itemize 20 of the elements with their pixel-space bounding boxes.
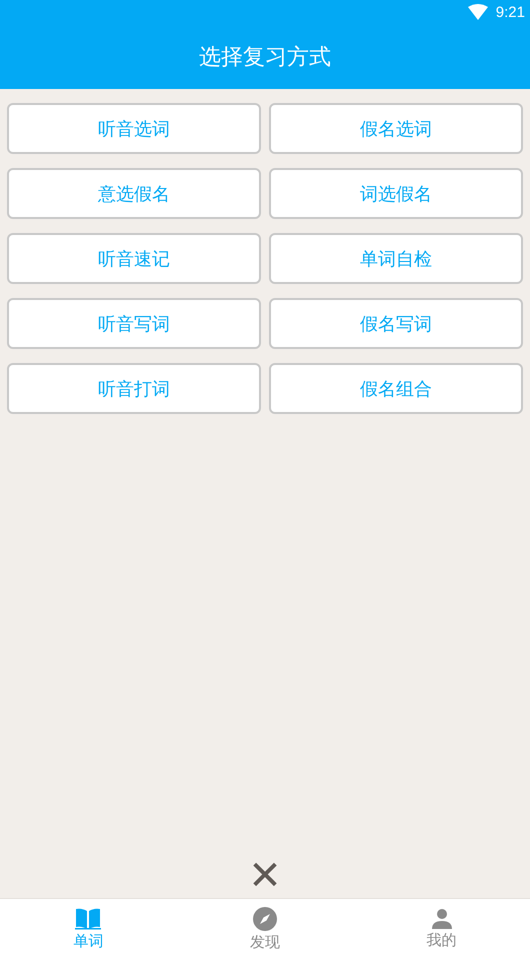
nav-tab[interactable]: 发现 (230, 902, 300, 956)
close-button[interactable]: ✕ (244, 856, 286, 896)
wifi-icon (468, 4, 488, 20)
review-mode-button[interactable]: 假名写词 (269, 298, 523, 349)
compass-icon (252, 906, 277, 930)
review-mode-button[interactable]: 单词自检 (269, 233, 523, 284)
review-mode-button[interactable]: 听音打词 (7, 363, 261, 414)
review-mode-button[interactable]: 听音写词 (7, 298, 261, 349)
nav-tab[interactable]: 我的 (406, 902, 477, 956)
review-mode-button[interactable]: 假名组合 (269, 363, 523, 414)
review-mode-button[interactable]: 词选假名 (269, 168, 523, 219)
book-icon (75, 908, 102, 930)
review-mode-button[interactable]: 假名选词 (269, 103, 523, 154)
person-icon (432, 908, 452, 928)
screen-title: 选择复习方式 (199, 44, 331, 72)
review-mode-button[interactable]: 意选假名 (7, 168, 261, 219)
status-time: 9:21 (496, 4, 525, 20)
review-mode-button[interactable]: 听音速记 (7, 233, 261, 284)
nav-tab[interactable]: 单词 (53, 902, 124, 956)
review-mode-button[interactable]: 听音选词 (7, 103, 261, 154)
